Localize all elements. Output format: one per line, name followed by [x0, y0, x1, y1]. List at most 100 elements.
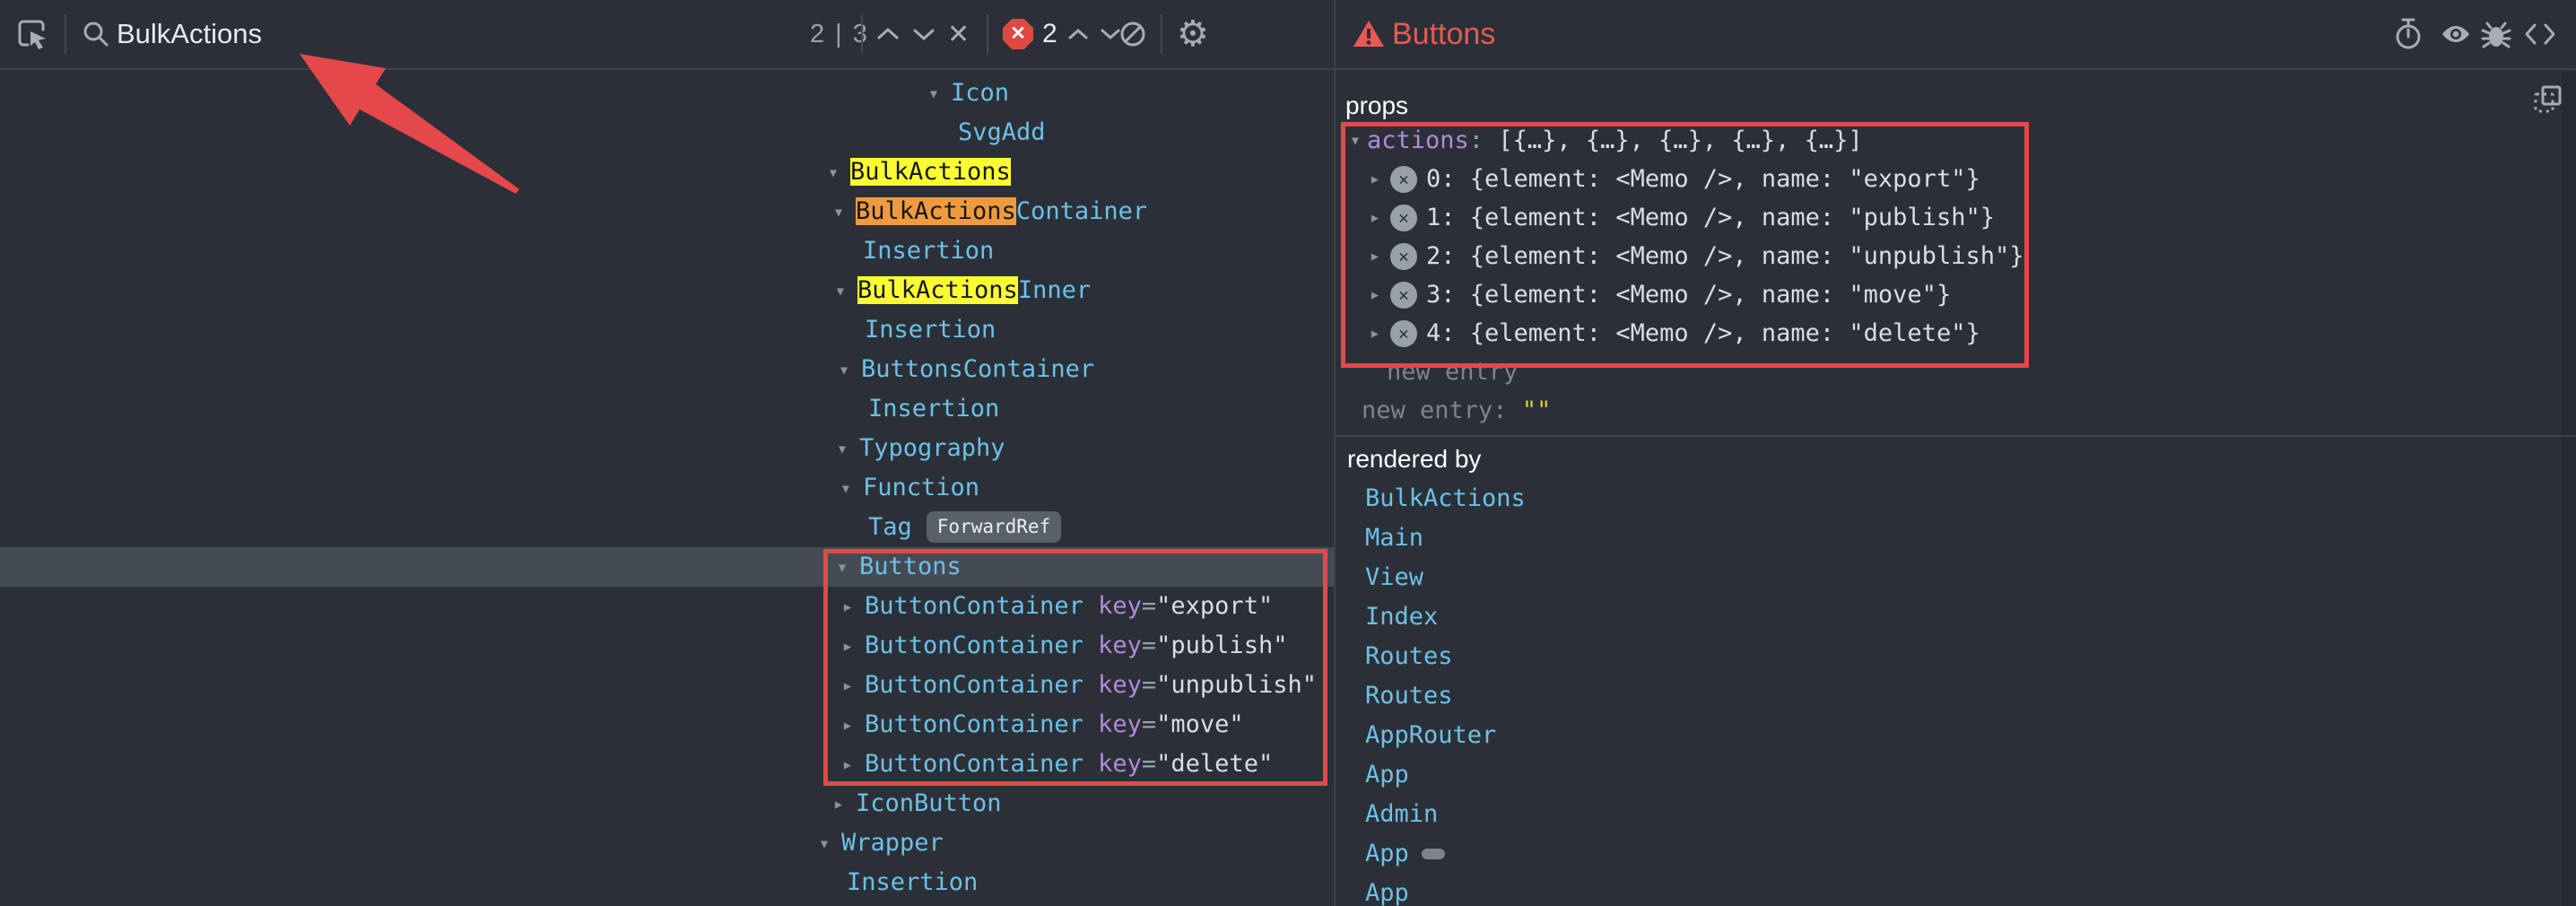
collapse-arrow-icon[interactable]: ▾: [831, 547, 854, 587]
prop-value-preview: [{…}, {…}, {…}, {…}, {…}]: [1498, 121, 1862, 160]
search-input[interactable]: BulkActions: [117, 0, 262, 68]
collapse-arrow-icon[interactable]: ▾: [822, 152, 845, 192]
log-component-button[interactable]: [2481, 0, 2511, 68]
props-row-new-entry-nested[interactable]: new entry: [1336, 353, 2573, 391]
expand-arrow-icon[interactable]: ▸: [836, 705, 859, 745]
tree-row-tag[interactable]: TagForwardRef: [0, 508, 1334, 547]
component-name: IconButton: [856, 789, 1002, 817]
tree-row-insertion[interactable]: Insertion: [0, 863, 1334, 902]
tree-row-insertion[interactable]: Insertion: [0, 231, 1334, 271]
props-row-action-move[interactable]: ▸✕3: {element: <Memo />, name: "move"}: [1336, 275, 2573, 314]
rendered-by-item-approuter[interactable]: AppRouter: [1336, 716, 2573, 755]
array-item-value: 2: {element: <Memo />, name: "unpublish"…: [1426, 237, 2023, 275]
tree-row-svgadd[interactable]: SvgAdd: [0, 113, 1334, 152]
expand-arrow-icon[interactable]: ▸: [1363, 198, 1387, 237]
delete-entry-icon[interactable]: ✕: [1390, 205, 1417, 231]
delete-entry-icon[interactable]: ✕: [1390, 166, 1417, 193]
equals-sign: =: [1142, 671, 1156, 699]
rendered-by-item-routes[interactable]: Routes: [1336, 676, 2573, 716]
collapse-arrow-icon[interactable]: ▾: [831, 429, 854, 468]
tree-row-wrapper[interactable]: ▾Wrapper: [0, 823, 1334, 863]
inspect-element-button[interactable]: [16, 0, 48, 68]
expand-arrow-icon[interactable]: ▸: [836, 626, 859, 666]
rendered-by-item-app[interactable]: App: [1336, 874, 2573, 906]
next-result-button[interactable]: [911, 0, 936, 68]
copy-props-button[interactable]: [2533, 84, 2563, 115]
tree-row-label: TagForwardRef: [868, 513, 1061, 541]
delete-entry-icon[interactable]: ✕: [1390, 320, 1417, 347]
tree-row-typography[interactable]: ▾Typography: [0, 429, 1334, 468]
tree-row-buttons[interactable]: ▾Buttons: [0, 547, 1334, 587]
inspect-dom-button[interactable]: [2440, 0, 2472, 68]
owner-name: Main: [1365, 518, 1423, 558]
rendered-by-item-routes[interactable]: Routes: [1336, 637, 2573, 676]
tree-row-label: BulkActionsInner: [857, 276, 1091, 304]
prev-error-button[interactable]: [1067, 0, 1089, 68]
rendered-by-item-index[interactable]: Index: [1336, 597, 2573, 637]
tree-row-buttoncontainer[interactable]: ▸ButtonContainer key="publish": [0, 626, 1334, 666]
component-name: Icon: [951, 79, 1009, 107]
clear-errors-button[interactable]: [1118, 0, 1148, 68]
tree-row-insertion[interactable]: Insertion: [0, 389, 1334, 429]
expand-arrow-icon[interactable]: ▸: [1363, 237, 1387, 275]
collapse-arrow-icon[interactable]: ▾: [834, 468, 857, 508]
equals-sign: =: [1142, 632, 1156, 659]
props-row-new-entry[interactable]: new entry: "": [1336, 391, 2573, 430]
tree-row-buttoncontainer[interactable]: ▸ButtonContainer key="delete": [0, 745, 1334, 784]
settings-button[interactable]: ⚙: [1177, 0, 1209, 68]
tree-row-bulkactions[interactable]: ▾BulkActions: [0, 152, 1334, 192]
expand-arrow-icon[interactable]: ▸: [1363, 160, 1387, 198]
rendered-by-item-app[interactable]: App: [1336, 834, 2573, 874]
tree-row-iconbutton[interactable]: ▸IconButton: [0, 784, 1334, 823]
rendered-by-item-view[interactable]: View: [1336, 558, 2573, 597]
component-name: Insertion: [863, 237, 994, 265]
tree-row-label: Buttons: [859, 553, 962, 580]
owner-name: Index: [1365, 597, 1438, 637]
rendered-by-item-main[interactable]: Main: [1336, 518, 2573, 558]
delete-entry-icon[interactable]: ✕: [1390, 243, 1417, 270]
tree-row-icon[interactable]: ▾Icon: [0, 74, 1334, 113]
component-name: SvgAdd: [958, 118, 1046, 146]
collapse-arrow-icon[interactable]: ▾: [827, 192, 850, 231]
suspense-toggle-button[interactable]: [2393, 0, 2424, 68]
collapse-arrow-icon[interactable]: ▾: [832, 350, 856, 389]
tree-row-label: ButtonContainer key="publish": [865, 632, 1287, 659]
delete-entry-icon[interactable]: ✕: [1390, 282, 1417, 309]
rendered-by-item-app[interactable]: App: [1336, 755, 2573, 795]
new-entry-value[interactable]: "": [1522, 391, 1552, 430]
expand-arrow-icon[interactable]: ▸: [827, 784, 850, 823]
props-row-action-publish[interactable]: ▸✕1: {element: <Memo />, name: "publish"…: [1336, 198, 2573, 237]
collapse-arrow-icon[interactable]: ▾: [829, 271, 852, 310]
tree-row-buttoncontainer[interactable]: ▸ButtonContainer key="move": [0, 705, 1334, 745]
expand-arrow-icon[interactable]: ▸: [1363, 314, 1387, 353]
props-row-action-export[interactable]: ▸✕0: {element: <Memo />, name: "export"}: [1336, 160, 2573, 198]
tree-row-insertion[interactable]: Insertion: [0, 310, 1334, 350]
expand-arrow-icon[interactable]: ▸: [1363, 275, 1387, 314]
error-badge: ✕: [1003, 0, 1033, 68]
tree-row-buttoncontainer[interactable]: ▸ButtonContainer key="export": [0, 587, 1334, 626]
tree-row-bulkactionsinner[interactable]: ▾BulkActionsInner: [0, 271, 1334, 310]
rendered-by-item-admin[interactable]: Admin: [1336, 795, 2573, 834]
tree-row-buttonscontainer[interactable]: ▾ButtonsContainer: [0, 350, 1334, 389]
collapse-arrow-icon[interactable]: ▾: [1344, 121, 1367, 160]
chevron-up-icon: [875, 26, 901, 42]
collapse-arrow-icon[interactable]: ▾: [813, 823, 836, 863]
tree-row-buttoncontainer[interactable]: ▸ButtonContainer key="unpublish": [0, 666, 1334, 705]
panel-title-warning: [1353, 0, 1385, 68]
collapse-arrow-icon[interactable]: ▾: [922, 74, 945, 113]
tree-row-bulkactionscontainer[interactable]: ▾BulkActionsContainer: [0, 192, 1334, 231]
props-row-action-delete[interactable]: ▸✕4: {element: <Memo />, name: "delete"}: [1336, 314, 2573, 353]
expand-arrow-icon[interactable]: ▸: [836, 745, 859, 784]
rendered-by-list: BulkActionsMainViewIndexRoutesRoutesAppR…: [1336, 479, 2573, 906]
props-row-action-unpublish[interactable]: ▸✕ 2: {element: <Memo />, name: "unpublis…: [1336, 237, 2573, 275]
expand-arrow-icon[interactable]: ▸: [836, 587, 859, 626]
tree-row-function[interactable]: ▾Function: [0, 468, 1334, 508]
view-source-button[interactable]: [2524, 0, 2556, 68]
expand-arrow-icon[interactable]: ▸: [836, 666, 859, 705]
tree-row-label: Insertion: [865, 316, 996, 344]
props-row-actions[interactable]: ▾actions: [{…}, {…}, {…}, {…}, {…}]: [1336, 121, 2573, 160]
component-name: Container: [1016, 197, 1147, 225]
rendered-by-item-bulkactions[interactable]: BulkActions: [1336, 479, 2573, 518]
close-search-button[interactable]: ✕: [947, 0, 970, 68]
prev-result-button[interactable]: [875, 0, 901, 68]
